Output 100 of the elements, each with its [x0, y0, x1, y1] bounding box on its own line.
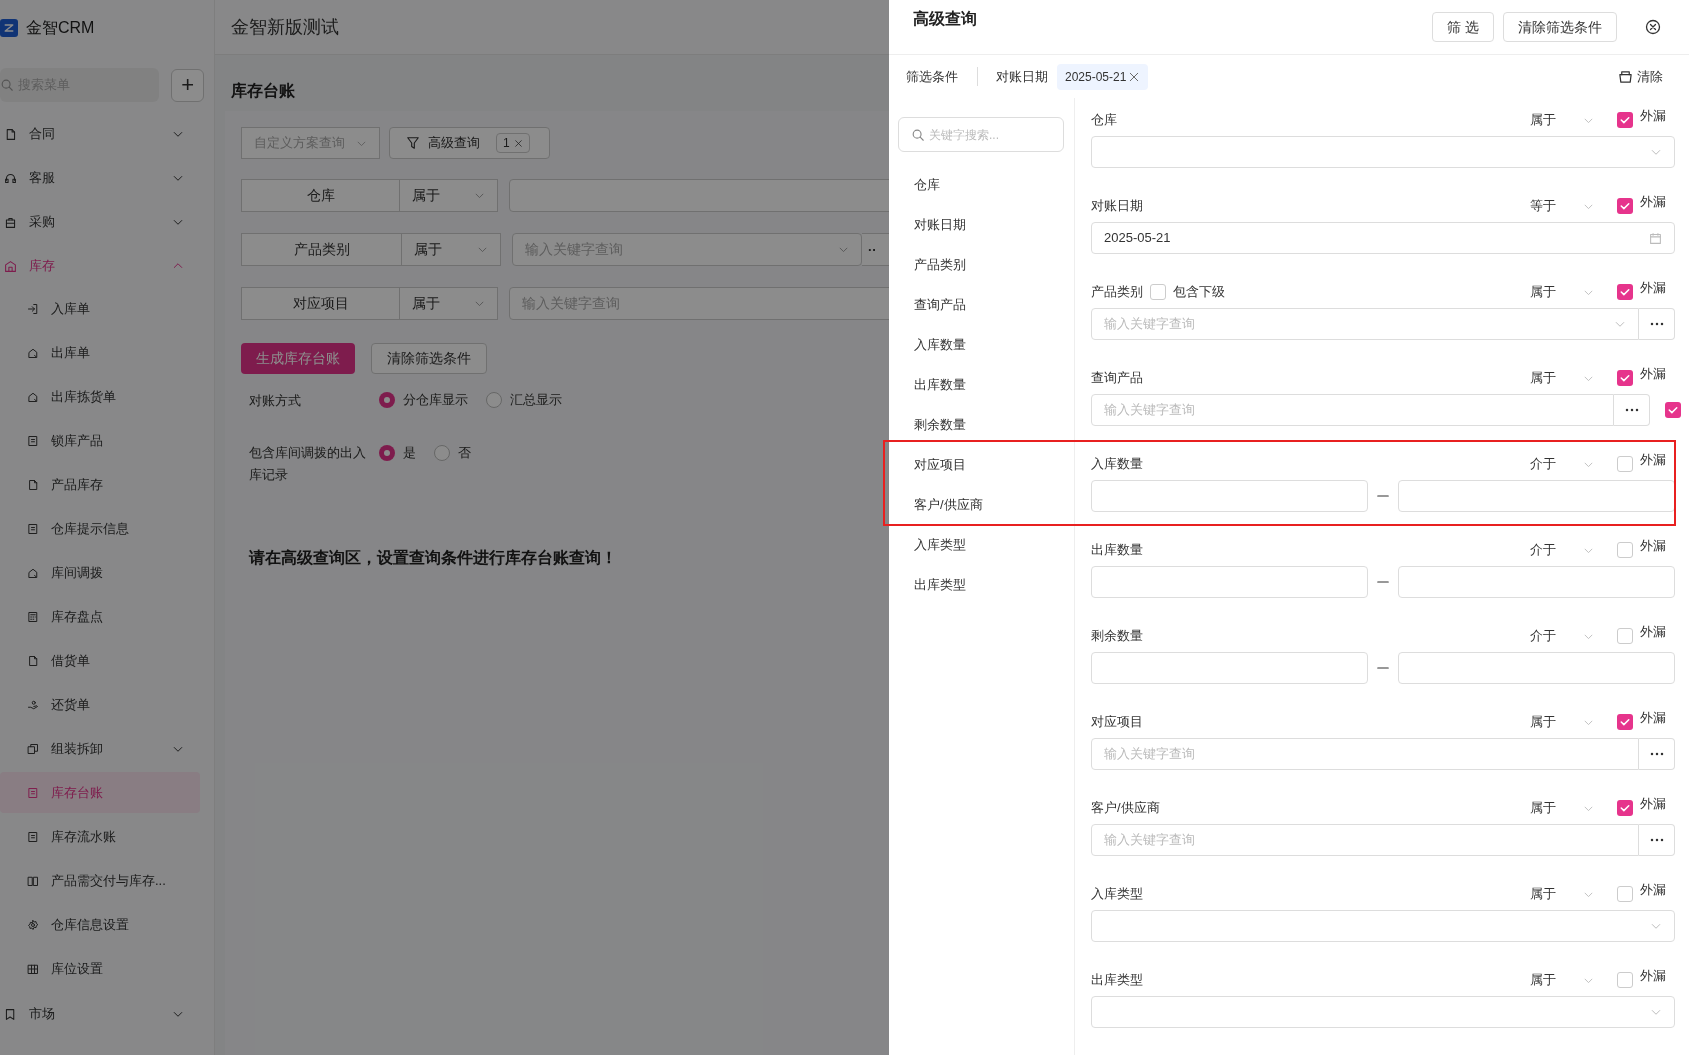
checkbox[interactable]: [1617, 886, 1633, 902]
checkbox[interactable]: [1665, 402, 1681, 418]
max-input-field[interactable]: [1398, 566, 1675, 598]
menu-group[interactable]: 库存: [0, 244, 214, 288]
menu-item[interactable]: 库位设置: [0, 948, 200, 989]
menu-item[interactable]: 出库拣货单: [0, 376, 200, 417]
checkbox[interactable]: [1617, 198, 1633, 214]
menu-item[interactable]: 仓库提示信息: [0, 508, 200, 549]
checkbox[interactable]: [1617, 628, 1633, 644]
menu-item[interactable]: 库间调拨: [0, 552, 200, 593]
menu-group[interactable]: 客服: [0, 156, 214, 200]
date-field[interactable]: 2025-05-21: [1091, 222, 1675, 254]
radio-button[interactable]: [486, 391, 502, 408]
operator-select[interactable]: 属于: [1530, 712, 1594, 732]
operator-select[interactable]: 介于: [1530, 540, 1594, 560]
min-input-field[interactable]: [1091, 480, 1368, 512]
field-list-item[interactable]: 对账日期: [914, 215, 966, 235]
radio-option[interactable]: 是: [379, 443, 424, 463]
operator-select[interactable]: 介于: [1530, 626, 1594, 646]
menu-item[interactable]: 产品库存: [0, 464, 200, 505]
operator-select[interactable]: 属于: [400, 287, 499, 320]
field-list-item[interactable]: 产品类别: [914, 255, 966, 275]
field-list-item[interactable]: 客户/供应商: [914, 495, 983, 515]
operator-select[interactable]: 属于: [402, 233, 501, 266]
field-list-item[interactable]: 入库数量: [914, 335, 966, 355]
menu-item[interactable]: 仓库信息设置: [0, 904, 200, 945]
menu-item[interactable]: 还货单: [0, 684, 200, 725]
radio-button[interactable]: [434, 444, 450, 461]
more-button[interactable]: [1639, 308, 1675, 340]
menu-item[interactable]: 锁库产品: [0, 420, 200, 461]
add-button[interactable]: +: [171, 68, 204, 102]
field-list-item[interactable]: 查询产品: [914, 295, 966, 315]
operator-select[interactable]: 属于: [400, 179, 499, 212]
field-list-item[interactable]: 出库数量: [914, 375, 966, 395]
more-button[interactable]: [1639, 738, 1675, 770]
menu-item[interactable]: 产品需交付与库存...: [0, 860, 200, 901]
field-list-item[interactable]: 对应项目: [914, 455, 966, 475]
close-button[interactable]: [1645, 19, 1661, 35]
list-icon: [27, 522, 39, 535]
menu-item[interactable]: 库存盘点: [0, 596, 200, 637]
select-field[interactable]: [1091, 136, 1675, 168]
conditions-label: 筛选条件: [906, 66, 978, 87]
operator-select[interactable]: 介于: [1530, 454, 1594, 474]
outer-label: 外漏: [1640, 537, 1666, 556]
clear-all-button[interactable]: 清除: [1618, 66, 1663, 87]
min-input-field[interactable]: [1091, 566, 1368, 598]
operator-select[interactable]: 属于: [1530, 282, 1594, 302]
field-list-item[interactable]: 出库类型: [914, 575, 966, 595]
checkbox[interactable]: [1617, 284, 1633, 300]
operator-select[interactable]: 属于: [1530, 368, 1594, 388]
checkbox[interactable]: [1617, 800, 1633, 816]
more-button[interactable]: [1639, 824, 1675, 856]
menu-group[interactable]: 采购: [0, 200, 214, 244]
filter-label: 对应项目: [241, 287, 401, 320]
checkbox[interactable]: [1150, 284, 1166, 300]
checkbox[interactable]: [1617, 456, 1633, 472]
advanced-query-button[interactable]: 高级查询 1: [389, 127, 550, 159]
max-input-field[interactable]: [1398, 652, 1675, 684]
outer-label: 外漏: [1640, 107, 1666, 126]
filter-button[interactable]: 筛 选: [1432, 12, 1494, 42]
checkbox[interactable]: [1617, 370, 1633, 386]
generate-button[interactable]: 生成库存台账: [241, 343, 355, 374]
menu-item[interactable]: 借货单: [0, 640, 200, 681]
select-field[interactable]: [1091, 996, 1675, 1028]
operator-select[interactable]: 属于: [1530, 884, 1594, 904]
checkbox[interactable]: [1617, 714, 1633, 730]
clear-conditions-button[interactable]: 清除筛选条件: [1503, 12, 1617, 42]
menu-item[interactable]: 出库单: [0, 332, 200, 373]
filter-input[interactable]: [509, 179, 889, 212]
operator-select[interactable]: 属于: [1530, 798, 1594, 818]
field-label: 出库类型: [1091, 971, 1143, 990]
more-button[interactable]: [1614, 394, 1650, 426]
operator-select[interactable]: 属于: [1530, 970, 1594, 990]
menu-item[interactable]: 入库单: [0, 288, 200, 329]
menu-item[interactable]: 组装拆卸: [0, 728, 200, 769]
min-input-field[interactable]: [1091, 652, 1368, 684]
house-icon: [27, 346, 39, 359]
select-field[interactable]: [1091, 910, 1675, 942]
outer-label: 外漏: [1640, 881, 1666, 900]
operator-select[interactable]: 属于: [1530, 110, 1594, 130]
clear-filters-button[interactable]: 清除筛选条件: [371, 343, 487, 374]
radio-button[interactable]: [379, 391, 395, 408]
checkbox[interactable]: [1617, 112, 1633, 128]
field-list-item[interactable]: 入库类型: [914, 535, 966, 555]
radio-option[interactable]: 否: [434, 443, 479, 463]
menu-group[interactable]: 市场: [0, 992, 214, 1036]
field-list-item[interactable]: 仓库: [914, 175, 940, 195]
menu-item[interactable]: 库存台账: [0, 772, 200, 813]
radio-option[interactable]: 分仓库显示: [379, 390, 476, 410]
radio-option[interactable]: 汇总显示: [486, 390, 570, 410]
menu-item[interactable]: 库存流水账: [0, 816, 200, 857]
gear-icon: [27, 918, 39, 931]
condition-tag[interactable]: 2025-05-21: [1057, 63, 1149, 90]
checkbox[interactable]: [1617, 542, 1633, 558]
more-button[interactable]: ··: [862, 233, 889, 266]
field-list-item[interactable]: 剩余数量: [914, 415, 966, 435]
operator-select[interactable]: 等于: [1530, 196, 1594, 216]
checkbox[interactable]: [1617, 972, 1633, 988]
radio-button[interactable]: [379, 444, 395, 461]
menu-group[interactable]: 合同: [0, 112, 214, 156]
